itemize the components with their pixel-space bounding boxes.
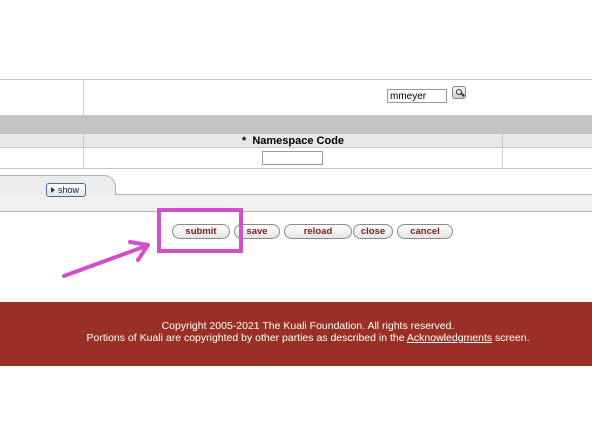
- search-icon[interactable]: [452, 86, 466, 99]
- show-label: show: [58, 185, 80, 195]
- section-header-band: [0, 116, 592, 134]
- pointer-arrow-icon: [62, 240, 150, 278]
- highlight-box: [157, 208, 243, 253]
- principal-name-input[interactable]: [387, 89, 447, 103]
- acknowledgments-prefix: Portions of Kuali are copyrighted by oth…: [86, 332, 407, 344]
- reload-button[interactable]: reload: [284, 224, 352, 239]
- required-marker: *: [241, 135, 247, 147]
- column-divider: [83, 148, 84, 169]
- cancel-button[interactable]: cancel: [397, 224, 453, 239]
- acknowledgments-text: Portions of Kuali are copyrighted by oth…: [0, 332, 592, 345]
- namespace-code-label: Namespace Code: [252, 135, 345, 147]
- magnifier-handle-shape: [461, 92, 465, 97]
- namespace-code-header: * Namespace Code: [84, 135, 502, 148]
- tab-panel: [0, 194, 592, 212]
- acknowledgments-suffix: screen.: [492, 332, 530, 344]
- show-toggle-button[interactable]: show: [46, 183, 86, 197]
- triangle-right-icon: [51, 187, 55, 193]
- column-divider: [83, 79, 84, 116]
- close-button[interactable]: close: [353, 224, 393, 239]
- namespace-code-input[interactable]: [262, 151, 323, 165]
- acknowledgments-link[interactable]: Acknowledgments: [407, 332, 492, 344]
- column-divider: [502, 148, 503, 169]
- tab-divider: [116, 194, 592, 195]
- page-footer: Copyright 2005-2021 The Kuali Foundation…: [0, 302, 592, 366]
- top-table-row: [0, 79, 592, 116]
